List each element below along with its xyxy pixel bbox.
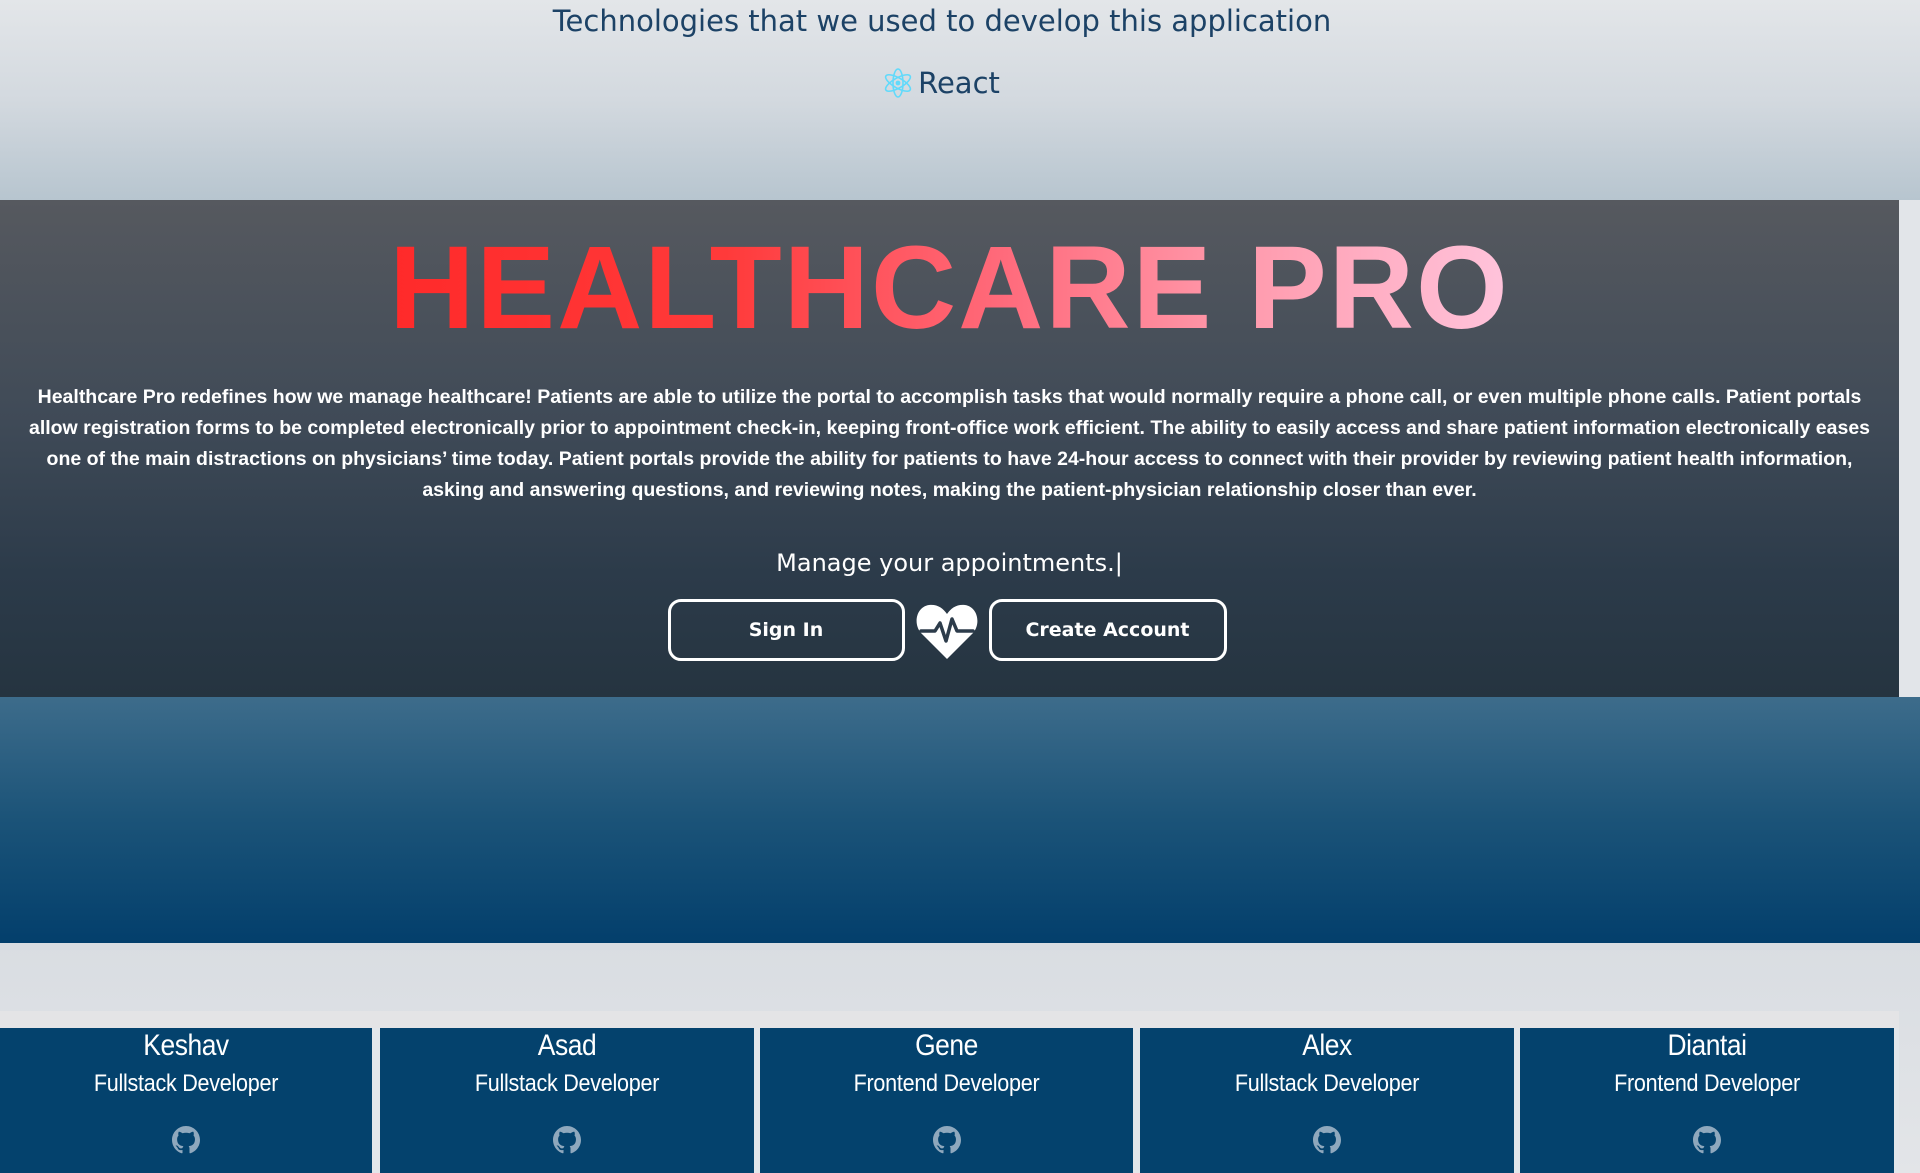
team-member-name: Asad: [537, 1029, 597, 1062]
team-member-role: Frontend Developer: [1614, 1070, 1800, 1097]
technology-label: React: [918, 66, 1000, 100]
team-member-role: Frontend Developer: [853, 1070, 1040, 1097]
technologies-title: Technologies that we used to develop thi…: [552, 4, 1332, 38]
team-card-keshav: Keshav Fullstack Developer: [0, 1028, 372, 1173]
github-icon[interactable]: [553, 1126, 581, 1154]
team-member-name: Alex: [1302, 1029, 1352, 1062]
hero-section: HEALTHCARE PRO Healthcare Pro redefines …: [0, 200, 1899, 697]
team-member-name: Keshav: [143, 1029, 229, 1062]
github-icon[interactable]: [932, 1126, 961, 1154]
brand-title: HEALTHCARE PRO: [0, 218, 1899, 360]
create-account-button[interactable]: Create Account: [988, 599, 1227, 661]
github-icon[interactable]: [1313, 1126, 1341, 1154]
team-member-role: Fullstack Developer: [474, 1070, 660, 1097]
brand-title-text: HEALTHCARE PRO: [389, 222, 1510, 354]
cta-row: Sign In Create Account: [0, 597, 1899, 663]
team-card-diantai: Diantai Frontend Developer: [1520, 1028, 1894, 1173]
team-card-alex: Alex Fullstack Developer: [1140, 1028, 1514, 1173]
team-member-role: Fullstack Developer: [1234, 1070, 1420, 1097]
github-icon[interactable]: [172, 1126, 200, 1154]
team-member-role: Fullstack Developer: [93, 1070, 279, 1097]
team-card-gene: Gene Frontend Developer: [760, 1028, 1133, 1173]
typing-tagline: Manage your appointments.|: [776, 549, 1123, 577]
team-card-asad: Asad Fullstack Developer: [380, 1028, 754, 1173]
blue-divider-band: [0, 697, 1920, 943]
team-member-name: Gene: [915, 1029, 978, 1062]
github-icon[interactable]: [1693, 1126, 1721, 1154]
heartbeat-icon: [915, 597, 979, 663]
react-icon: [884, 66, 912, 100]
technologies-section: Technologies that we used to develop thi…: [0, 0, 1920, 200]
technology-item-react: React: [0, 66, 1884, 100]
hero-description: Healthcare Pro redefines how we manage h…: [28, 386, 1871, 501]
team-member-name: Diantai: [1667, 1029, 1747, 1062]
sign-in-button[interactable]: Sign In: [667, 599, 905, 661]
